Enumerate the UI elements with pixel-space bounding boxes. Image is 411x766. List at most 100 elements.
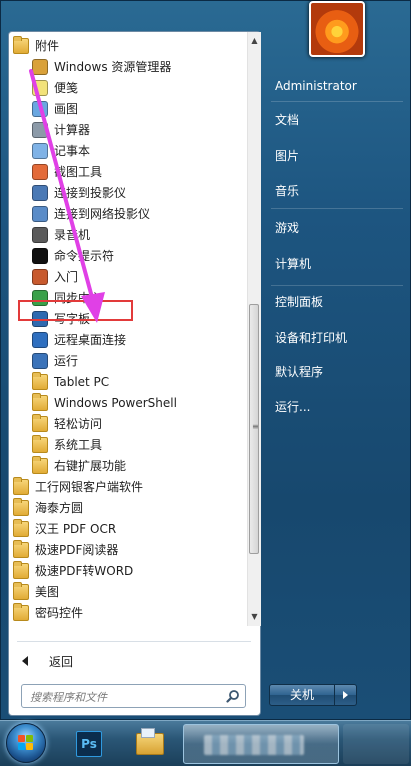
program-label: 录音机 (54, 228, 91, 242)
program-label: 极速PDF阅读器 (35, 543, 119, 557)
program-label: Windows 资源管理器 (54, 60, 172, 74)
program-list-item[interactable]: 录音机 (32, 225, 90, 245)
photoshop-icon: Ps (76, 731, 102, 757)
program-list-item[interactable]: 工行网银客户端软件 (13, 477, 143, 497)
program-list-item[interactable]: 轻松访问 (32, 414, 102, 434)
program-list-item[interactable]: 截图工具 (32, 162, 102, 182)
right-pane-item[interactable]: 控制面板 (275, 293, 323, 311)
program-list-item[interactable]: 密码控件 (13, 603, 83, 623)
scroll-thumb[interactable]: ≡ (249, 304, 259, 554)
program-list-item[interactable]: 计算器 (32, 120, 90, 140)
program-list-item[interactable]: 记事本 (32, 141, 90, 161)
folder-icon (13, 519, 29, 537)
program-label: 连接到投影仪 (54, 186, 127, 200)
command-prompt-icon (32, 248, 48, 264)
calculator-icon (32, 122, 48, 138)
program-list-item[interactable]: Windows PowerShell (32, 393, 177, 413)
back-label: 返回 (49, 654, 74, 669)
right-pane-item[interactable]: 游戏 (275, 219, 299, 237)
taskbar-explorer-button[interactable] (128, 725, 172, 763)
program-list-item[interactable]: 附件 (13, 36, 59, 56)
program-list-item[interactable]: 远程桌面连接 (32, 330, 126, 350)
right-pane-divider (271, 101, 403, 102)
run-icon (32, 353, 48, 369)
microphone-icon (32, 227, 48, 243)
folder-icon (13, 540, 29, 558)
program-label: 远程桌面连接 (54, 333, 127, 347)
folder-icon (32, 435, 48, 453)
shutdown-options-arrow-icon[interactable] (335, 684, 357, 706)
network-projector-icon (32, 206, 48, 222)
program-list-item[interactable]: 命令提示符 (32, 246, 114, 266)
program-list-item[interactable]: 运行 (32, 351, 78, 371)
program-label: 密码控件 (35, 606, 84, 620)
search-icon[interactable] (226, 689, 240, 703)
snipping-tool-icon (32, 164, 48, 180)
explorer-icon (32, 59, 48, 75)
program-list-item[interactable]: 极速PDF阅读器 (13, 540, 118, 560)
user-avatar[interactable] (309, 1, 365, 57)
folder-icon (13, 582, 29, 600)
sync-center-icon (32, 290, 48, 306)
blurred-window-title (204, 735, 304, 755)
scrollbar[interactable]: ▲ ≡ ▼ (247, 32, 261, 626)
program-list-item[interactable]: 写字板 (32, 309, 90, 329)
program-list: 附件 Windows 资源管理器便笺 画图 计算器记事本截图工具连接到投影仪连接到网络… (9, 32, 247, 626)
program-label: 极速PDF转WORD (35, 564, 134, 578)
program-list-item[interactable]: 画图 (32, 99, 78, 119)
program-label: 运行 (54, 354, 79, 368)
program-list-item[interactable]: 极速PDF转WORD (13, 561, 133, 581)
right-pane-item[interactable]: 图片 (275, 147, 299, 165)
program-label: 汉王 PDF OCR (35, 522, 117, 536)
start-button[interactable] (6, 723, 46, 763)
program-list-item[interactable]: Windows 资源管理器 (32, 57, 171, 77)
folder-icon (13, 498, 29, 516)
folder-icon (32, 393, 48, 411)
program-list-item[interactable]: 同步中心 (32, 288, 102, 308)
shutdown-button[interactable]: 关机 (269, 684, 335, 706)
taskbar-empty-area (343, 724, 409, 764)
program-list-item[interactable]: Tablet PC (32, 372, 109, 392)
program-label: Tablet PC (54, 375, 110, 389)
right-pane-item[interactable]: 默认程序 (275, 363, 323, 381)
right-pane-item[interactable]: 文档 (275, 111, 299, 129)
folder-icon (13, 603, 29, 621)
program-label: 同步中心 (54, 291, 103, 305)
taskbar-photoshop-button[interactable]: Ps (68, 725, 110, 763)
program-label: 记事本 (54, 144, 91, 158)
program-list-item[interactable]: 系统工具 (32, 435, 102, 455)
folder-icon (32, 414, 48, 432)
program-label: 截图工具 (54, 165, 103, 179)
scroll-down-arrow[interactable]: ▼ (249, 610, 260, 624)
taskbar-active-window-button[interactable] (183, 724, 339, 764)
program-list-item[interactable]: 海泰方圆 (13, 498, 83, 518)
projector-icon (32, 185, 48, 201)
notepad-icon (32, 143, 48, 159)
scroll-up-arrow[interactable]: ▲ (249, 34, 260, 48)
program-label: 连接到网络投影仪 (54, 207, 151, 221)
right-pane-item[interactable]: 运行... (275, 398, 310, 416)
search-box[interactable] (21, 684, 246, 708)
folder-icon (13, 561, 29, 579)
right-pane-item[interactable]: Administrator (275, 77, 357, 95)
right-pane-item[interactable]: 音乐 (275, 182, 299, 200)
program-label: 入门 (54, 270, 79, 284)
program-list-item[interactable]: 右键扩展功能 (32, 456, 126, 476)
search-input[interactable] (28, 686, 222, 708)
program-list-item[interactable]: 连接到网络投影仪 (32, 204, 150, 224)
program-list-item[interactable]: 便笺 (32, 78, 78, 98)
program-list-item[interactable]: 入门 (32, 267, 78, 287)
taskbar: Ps (0, 720, 411, 766)
back-button[interactable]: 返回 (17, 649, 247, 673)
program-list-item[interactable]: 汉王 PDF OCR (13, 519, 116, 539)
program-list-item[interactable]: 连接到投影仪 (32, 183, 126, 203)
folder-icon (13, 36, 29, 54)
explorer-icon (136, 728, 164, 755)
right-pane-divider (271, 208, 403, 209)
program-list-item[interactable]: 美图 (13, 582, 59, 602)
paint-icon (32, 101, 48, 117)
right-pane-item[interactable]: 计算机 (275, 255, 311, 273)
right-pane-item[interactable]: 设备和打印机 (275, 329, 347, 347)
program-label: 附件 (35, 39, 60, 53)
program-label: 系统工具 (54, 438, 103, 452)
